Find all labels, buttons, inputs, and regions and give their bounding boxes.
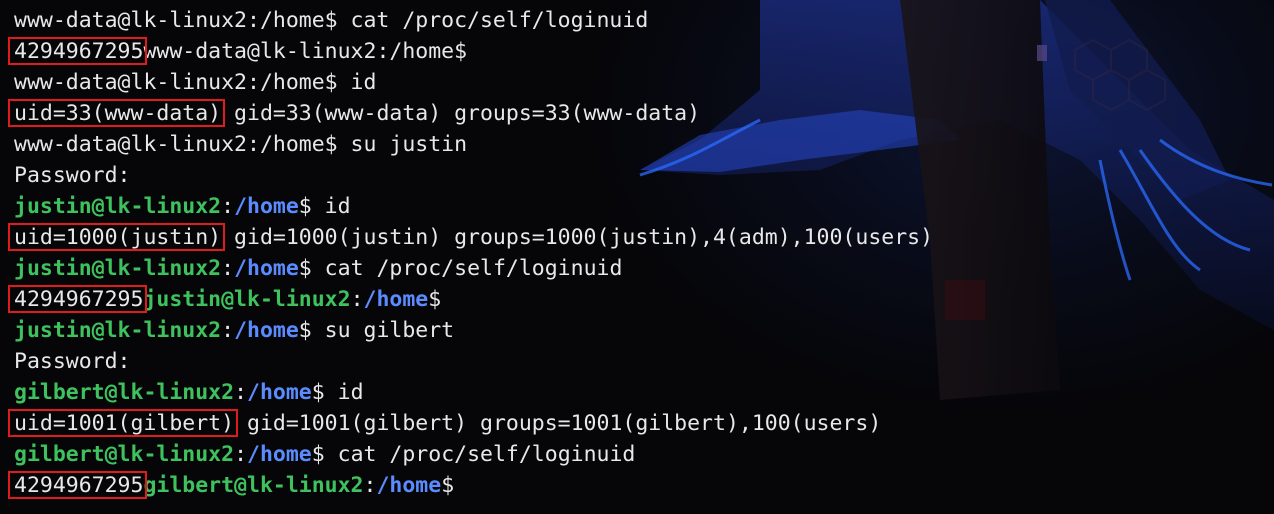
terminal-text: $ su gilbert <box>298 318 455 343</box>
terminal-text: 4294967295 <box>14 39 144 64</box>
prompt-path: /home <box>234 318 299 343</box>
terminal-text: $ cat /proc/self/loginuid <box>298 256 623 281</box>
terminal-text: gid=1000(justin) groups=1000(justin),4(a… <box>221 225 934 250</box>
prompt-path: /home <box>247 442 312 467</box>
terminal-text: uid=33(www-data) <box>14 101 222 126</box>
terminal-line: uid=1001(gilbert) gid=1001(gilbert) grou… <box>14 408 881 439</box>
terminal-line: www-data@lk-linux2:/home$ id <box>14 67 376 98</box>
terminal-text: www-data@lk-linux2:/home$ id <box>14 70 377 95</box>
prompt-user-host: justin@lk-linux2 <box>14 318 222 343</box>
terminal-line: 4294967295gilbert@lk-linux2:/home$ <box>14 470 454 501</box>
terminal-line: gilbert@lk-linux2:/home$ cat /proc/self/… <box>14 439 635 470</box>
terminal-text: Password: <box>14 163 131 188</box>
prompt-user-host: justin@lk-linux2 <box>14 194 222 219</box>
prompt-path: /home <box>234 194 299 219</box>
terminal-line: gilbert@lk-linux2:/home$ id <box>14 377 364 408</box>
terminal-text: www-data@lk-linux2:/home$ <box>143 39 468 64</box>
terminal-text: uid=1000(justin) <box>14 225 222 250</box>
terminal-window[interactable]: www-data@lk-linux2:/home$ cat /proc/self… <box>0 0 1274 514</box>
terminal-text: Password: <box>14 349 131 374</box>
terminal-line: justin@lk-linux2:/home$ id <box>14 191 351 222</box>
terminal-line: justin@lk-linux2:/home$ su gilbert <box>14 315 454 346</box>
prompt-user-host: justin@lk-linux2 <box>14 256 222 281</box>
prompt-user-host: gilbert@lk-linux2 <box>14 442 235 467</box>
terminal-line: 4294967295justin@lk-linux2:/home$ <box>14 284 441 315</box>
terminal-text: $ cat /proc/self/loginuid <box>311 442 636 467</box>
terminal-line: 4294967295www-data@lk-linux2:/home$ <box>14 36 467 67</box>
terminal-text: $ <box>428 287 442 312</box>
terminal-text: : <box>221 318 235 343</box>
terminal-text: : <box>221 256 235 281</box>
terminal-text: uid=1001(gilbert) <box>14 411 235 436</box>
terminal-line: www-data@lk-linux2:/home$ cat /proc/self… <box>14 5 648 36</box>
terminal-text: gid=1001(gilbert) groups=1001(gilbert),1… <box>234 411 882 436</box>
terminal-line: Password: <box>14 160 131 191</box>
terminal-text: 4294967295 <box>14 287 144 312</box>
terminal-text: : <box>234 442 248 467</box>
terminal-text: : <box>363 473 377 498</box>
terminal-line: uid=1000(justin) gid=1000(justin) groups… <box>14 222 933 253</box>
prompt-path: /home <box>247 380 312 405</box>
terminal-text: : <box>234 380 248 405</box>
terminal-text: : <box>221 194 235 219</box>
prompt-user-host: gilbert@lk-linux2 <box>143 473 364 498</box>
terminal-text: gid=33(www-data) groups=33(www-data) <box>221 101 701 126</box>
terminal-text: 4294967295 <box>14 473 144 498</box>
terminal-text: : <box>350 287 364 312</box>
prompt-path: /home <box>376 473 442 498</box>
prompt-user-host: gilbert@lk-linux2 <box>14 380 235 405</box>
terminal-text: $ id <box>298 194 351 219</box>
prompt-user-host: justin@lk-linux2 <box>143 287 351 312</box>
terminal-text: www-data@lk-linux2:/home$ cat /proc/self… <box>14 8 649 33</box>
terminal-text: $ id <box>311 380 364 405</box>
terminal-text: www-data@lk-linux2:/home$ su justin <box>14 132 468 157</box>
terminal-text: $ <box>441 473 455 498</box>
prompt-path: /home <box>363 287 429 312</box>
prompt-path: /home <box>234 256 299 281</box>
terminal-line: justin@lk-linux2:/home$ cat /proc/self/l… <box>14 253 622 284</box>
terminal-line: Password: <box>14 346 131 377</box>
terminal-line: www-data@lk-linux2:/home$ su justin <box>14 129 467 160</box>
terminal-line: uid=33(www-data) gid=33(www-data) groups… <box>14 98 700 129</box>
